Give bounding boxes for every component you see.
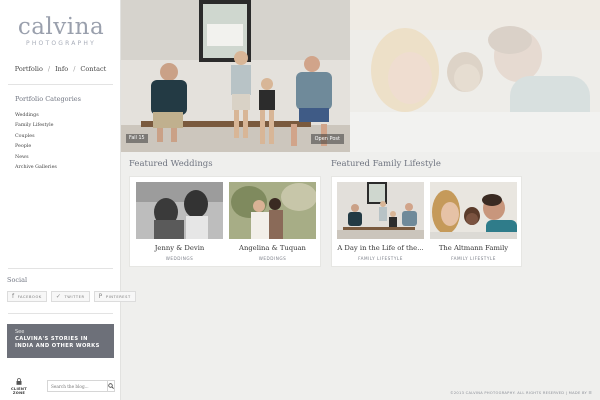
gallery-item[interactable]: A Day in the Life of the... FAMILY LIFES… — [337, 182, 424, 261]
gallery-item[interactable]: The Altmann Family FAMILY LIFESTYLE — [430, 182, 517, 261]
promo-text: CALVINA'S STORIES IN INDIA AND OTHER WOR… — [15, 336, 100, 349]
featured-weddings-card: Jenny & Devin WEDDINGS Angelina & Tuquan… — [129, 176, 321, 267]
gallery-thumbnail — [136, 182, 223, 239]
social-title: Social — [7, 276, 28, 284]
gallery-thumbnail — [229, 182, 316, 239]
gallery-item[interactable]: Angelina & Tuquan WEDDINGS — [229, 182, 316, 261]
divider — [8, 84, 113, 85]
search-button[interactable] — [108, 380, 115, 392]
categories-list: Weddings Family Lifestyle Couples People… — [15, 111, 57, 173]
featured-family-card: A Day in the Life of the... FAMILY LIFES… — [331, 176, 522, 267]
pinterest-button[interactable]: P PINTEREST — [93, 291, 136, 302]
open-post-button[interactable]: Open Post — [310, 134, 344, 144]
promo-label: See — [15, 329, 25, 335]
gallery-thumbnail — [337, 182, 424, 239]
stories-promo-link[interactable]: See CALVINA'S STORIES IN INDIA AND OTHER… — [7, 324, 114, 358]
hero-photo-family[interactable]: Fall 15 Open Post — [121, 0, 350, 152]
nav-separator: / — [73, 65, 76, 73]
gallery-category: WEDDINGS — [258, 256, 287, 261]
category-weddings[interactable]: Weddings — [15, 111, 57, 121]
twitter-label: TWITTER — [64, 294, 85, 299]
client-zone-label: CLIENT ZONE — [11, 387, 27, 395]
category-archive-galleries[interactable]: Archive Galleries — [15, 163, 57, 173]
hero-slideshow: Fall 15 Open Post — [121, 0, 600, 152]
nav-info[interactable]: Info — [55, 65, 68, 73]
facebook-button[interactable]: f FACEBOOK — [7, 291, 47, 302]
lock-icon — [6, 378, 32, 387]
gallery-category: WEDDINGS — [165, 256, 194, 261]
footer-copyright: ©2013 CALVINA PHOTOGRAPHY. ALL RIGHTS RE… — [449, 391, 592, 395]
pinterest-label: PINTEREST — [105, 294, 131, 299]
nav-portfolio[interactable]: Portfolio — [15, 65, 43, 73]
twitter-icon: ✓ — [55, 293, 62, 300]
search-icon — [108, 383, 114, 389]
faded-photo-illustration — [350, 0, 600, 152]
category-people[interactable]: People — [15, 142, 57, 152]
top-nav: Portfolio / Info / Contact — [0, 65, 121, 73]
gallery-thumbnail — [430, 182, 517, 239]
categories-title: Portfolio Categories — [15, 95, 81, 103]
hero-caption: Fall 15 — [126, 134, 148, 143]
logo[interactable]: calvina PHOTOGRAPHY — [14, 14, 108, 48]
category-couples[interactable]: Couples — [15, 132, 57, 142]
client-zone-link[interactable]: CLIENT ZONE — [6, 378, 32, 395]
nav-contact[interactable]: Contact — [80, 65, 106, 73]
sidebar: calvina PHOTOGRAPHY Portfolio / Info / C… — [0, 0, 136, 400]
gallery-item[interactable]: Jenny & Devin WEDDINGS — [136, 182, 223, 261]
family-photo-illustration — [121, 0, 350, 152]
divider — [8, 268, 113, 269]
divider — [8, 313, 113, 314]
featured-family-title: Featured Family Lifestyle — [331, 159, 441, 169]
pinterest-icon: P — [98, 293, 103, 300]
nav-separator: / — [47, 65, 51, 73]
hero-photo-faded[interactable] — [350, 0, 600, 152]
gallery-title: Angelina & Tuquan — [239, 244, 306, 252]
gallery-title: Jenny & Devin — [154, 244, 205, 252]
social-links: f FACEBOOK ✓ TWITTER P PINTEREST — [7, 291, 136, 302]
search-input[interactable] — [47, 380, 108, 392]
featured-weddings-title: Featured Weddings — [129, 159, 213, 169]
category-family-lifestyle[interactable]: Family Lifestyle — [15, 121, 57, 131]
twitter-button[interactable]: ✓ TWITTER — [50, 291, 90, 302]
search-form — [47, 380, 115, 392]
logo-wordmark: calvina — [17, 14, 105, 40]
category-news[interactable]: News — [15, 153, 57, 163]
facebook-icon: f — [12, 293, 15, 300]
gallery-category: FAMILY LIFESTYLE — [451, 256, 496, 261]
facebook-label: FACEBOOK — [17, 294, 42, 299]
logo-subtitle: PHOTOGRAPHY — [26, 40, 96, 47]
gallery-category: FAMILY LIFESTYLE — [358, 256, 403, 261]
gallery-title: A Day in the Life of the... — [337, 244, 424, 252]
gallery-title: The Altmann Family — [438, 244, 509, 252]
